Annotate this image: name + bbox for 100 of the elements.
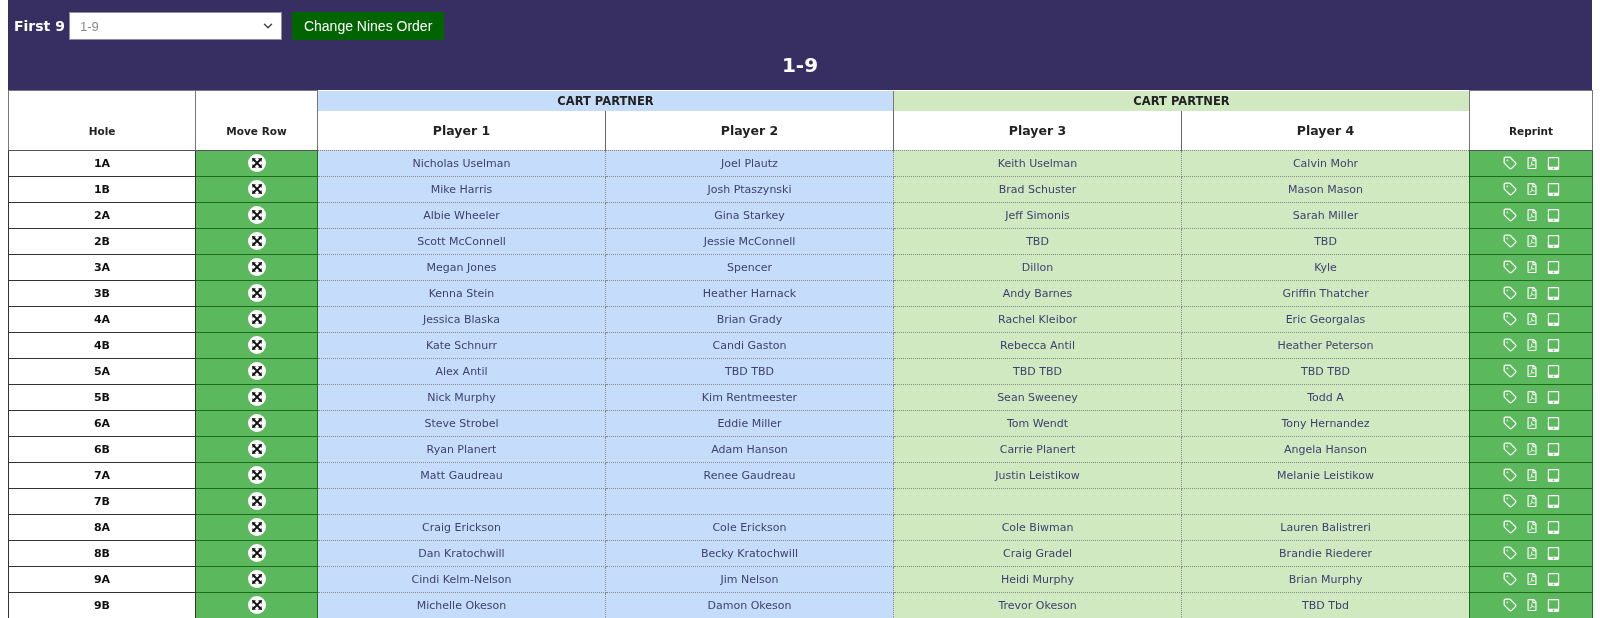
tag-icon[interactable] — [1502, 598, 1517, 612]
pdf-file-icon[interactable] — [1525, 573, 1538, 585]
tag-icon[interactable] — [1502, 520, 1517, 534]
tablet-icon[interactable] — [1546, 572, 1560, 586]
move-icon[interactable] — [247, 154, 266, 172]
table-cell: Brad Schuster — [893, 176, 1182, 202]
tag-icon[interactable] — [1502, 572, 1517, 586]
tag-icon[interactable] — [1502, 234, 1517, 248]
move-icon[interactable] — [247, 414, 266, 432]
pdf-file-icon[interactable] — [1525, 417, 1538, 429]
move-icon[interactable] — [247, 336, 266, 354]
move-icon[interactable] — [247, 544, 266, 562]
pdf-file-icon[interactable] — [1525, 183, 1538, 195]
change-order-button[interactable]: Change Nines Order — [291, 12, 445, 40]
pdf-file-icon[interactable] — [1525, 235, 1538, 247]
tablet-icon[interactable] — [1546, 546, 1560, 560]
table-cell: 6A — [8, 410, 196, 436]
tag-icon[interactable] — [1502, 182, 1517, 196]
pdf-file-icon[interactable] — [1525, 157, 1538, 169]
tablet-icon[interactable] — [1546, 260, 1560, 274]
move-icon[interactable] — [247, 180, 266, 198]
table-cell: Kenna Stein — [317, 280, 606, 306]
table-cell: 5A — [8, 358, 196, 384]
table-cell: Sarah Miller — [1181, 202, 1470, 228]
table-cell: Heather Peterson — [1181, 332, 1470, 358]
tag-icon[interactable] — [1502, 442, 1517, 456]
tag-icon[interactable] — [1502, 208, 1517, 222]
pdf-file-icon[interactable] — [1525, 313, 1538, 325]
tag-icon[interactable] — [1502, 156, 1517, 170]
tablet-icon[interactable] — [1546, 234, 1560, 248]
tag-icon[interactable] — [1502, 338, 1517, 352]
move-icon[interactable] — [247, 466, 266, 484]
table-cell: Becky Kratochwill — [605, 540, 894, 566]
tablet-icon[interactable] — [1546, 390, 1560, 404]
move-icon[interactable] — [247, 258, 266, 276]
tablet-icon[interactable] — [1546, 364, 1560, 378]
table-cell: Lauren Balistreri — [1181, 514, 1470, 540]
pdf-file-icon[interactable] — [1525, 391, 1538, 403]
tablet-icon[interactable] — [1546, 182, 1560, 196]
pdf-file-icon[interactable] — [1525, 521, 1538, 533]
tag-icon[interactable] — [1502, 390, 1517, 404]
pdf-file-icon[interactable] — [1525, 443, 1538, 455]
pdf-file-icon[interactable] — [1525, 339, 1538, 351]
pdf-file-icon[interactable] — [1525, 261, 1538, 273]
column-header: Player 2 — [605, 110, 894, 150]
table-cell: Ryan Planert — [317, 436, 606, 462]
table-cell: Cindi Kelm-Nelson — [317, 566, 606, 592]
move-icon[interactable] — [247, 206, 266, 224]
move-icon[interactable] — [247, 232, 266, 250]
tag-icon[interactable] — [1502, 312, 1517, 326]
tablet-icon[interactable] — [1546, 416, 1560, 430]
pdf-file-icon[interactable] — [1525, 209, 1538, 221]
tablet-icon[interactable] — [1546, 156, 1560, 170]
pdf-file-icon[interactable] — [1525, 599, 1538, 611]
table-cell: Justin Leistikow — [893, 462, 1182, 488]
move-icon[interactable] — [247, 492, 266, 510]
tablet-icon[interactable] — [1546, 468, 1560, 482]
move-icon[interactable] — [247, 310, 266, 328]
tag-icon[interactable] — [1502, 286, 1517, 300]
tablet-icon[interactable] — [1546, 598, 1560, 612]
nines-label: First 9 — [14, 18, 65, 34]
tablet-icon[interactable] — [1546, 494, 1560, 508]
tablet-icon[interactable] — [1546, 208, 1560, 222]
move-icon[interactable] — [247, 388, 266, 406]
tablet-icon[interactable] — [1546, 338, 1560, 352]
table-cell: 1B — [8, 176, 196, 202]
column-header: Player 1 — [317, 110, 606, 150]
tag-icon[interactable] — [1502, 416, 1517, 430]
tag-icon[interactable] — [1502, 364, 1517, 378]
tablet-icon[interactable] — [1546, 286, 1560, 300]
table-cell: Megan Jones — [317, 254, 606, 280]
tablet-icon[interactable] — [1546, 442, 1560, 456]
move-icon[interactable] — [247, 362, 266, 380]
move-icon[interactable] — [247, 596, 266, 614]
tablet-icon[interactable] — [1546, 312, 1560, 326]
tag-icon[interactable] — [1502, 546, 1517, 560]
tag-icon[interactable] — [1502, 494, 1517, 508]
table-cell: 3A — [8, 254, 196, 280]
nines-select[interactable]: 1-9 — [68, 12, 282, 40]
pdf-file-icon[interactable] — [1525, 469, 1538, 481]
table-cell: Todd A — [1181, 384, 1470, 410]
table-cell: 3B — [8, 280, 196, 306]
pdf-file-icon[interactable] — [1525, 287, 1538, 299]
move-icon[interactable] — [247, 570, 266, 588]
tag-icon[interactable] — [1502, 468, 1517, 482]
pdf-file-icon[interactable] — [1525, 365, 1538, 377]
table-cell: Kate Schnurr — [317, 332, 606, 358]
table-cell: Sean Sweeney — [893, 384, 1182, 410]
tablet-icon[interactable] — [1546, 520, 1560, 534]
move-icon[interactable] — [247, 518, 266, 536]
table-cell: Brian Murphy — [1181, 566, 1470, 592]
pdf-file-icon[interactable] — [1525, 547, 1538, 559]
table-cell: Jeff Simonis — [893, 202, 1182, 228]
table-cell: Trevor Okeson — [893, 592, 1182, 618]
move-icon[interactable] — [247, 440, 266, 458]
table-cell: Mike Harris — [317, 176, 606, 202]
pdf-file-icon[interactable] — [1525, 495, 1538, 507]
move-icon[interactable] — [247, 284, 266, 302]
table-cell: Griffin Thatcher — [1181, 280, 1470, 306]
tag-icon[interactable] — [1502, 260, 1517, 274]
